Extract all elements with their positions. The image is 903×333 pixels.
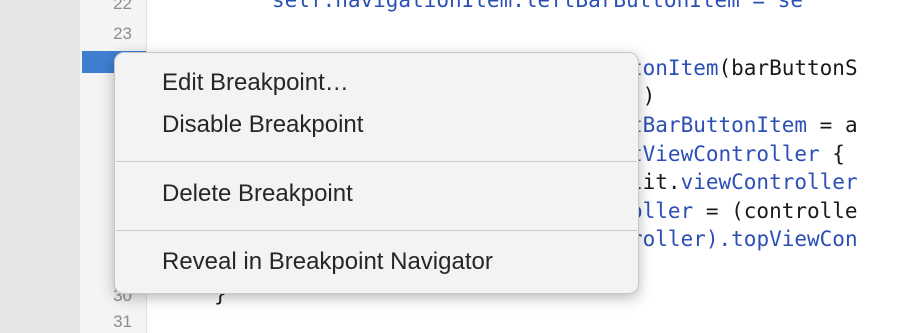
code-token: { <box>819 142 858 166</box>
code-token: tViewController <box>630 142 820 166</box>
code-token: roller). <box>630 227 732 251</box>
code-line: tBarButtonItem = a <box>630 113 858 137</box>
code-line: lit.viewController <box>630 170 858 194</box>
code-text: self.navigationItem.leftBarButtonItem = … <box>272 0 804 12</box>
code-token: topViewCon <box>731 227 858 251</box>
code-token: tBarButtonItem <box>630 113 808 137</box>
code-token: = a <box>807 113 858 137</box>
menu-separator <box>116 230 637 231</box>
code-token: viewController <box>680 170 858 194</box>
code-line: oller = (controlle <box>630 199 858 223</box>
breakpoint-context-menu: Edit Breakpoint… Disable Breakpoint Dele… <box>114 52 639 294</box>
menu-item-reveal-in-breakpoint-navigator[interactable]: Reveal in Breakpoint Navigator <box>162 248 493 276</box>
editor-left-strip <box>0 0 80 333</box>
code-token: = (controlle <box>693 199 858 223</box>
code-line-top: self.navigationItem.leftBarButtonItem = … <box>272 0 803 12</box>
code-line: tonItem(barButtonS <box>630 56 858 80</box>
line-number: 31 <box>113 312 132 331</box>
code-token: oller <box>630 199 694 223</box>
code-token: (barButtonS <box>718 56 858 80</box>
line-number: 23 <box>113 24 132 43</box>
code-token: tonItem <box>630 56 719 80</box>
line-number: 22 <box>113 0 132 13</box>
menu-item-delete-breakpoint[interactable]: Delete Breakpoint <box>162 180 353 208</box>
code-line: tViewController { <box>630 142 858 166</box>
menu-separator <box>116 161 637 162</box>
code-line: roller).topViewCon <box>630 227 858 251</box>
menu-item-edit-breakpoint[interactable]: Edit Breakpoint… <box>162 69 349 97</box>
menu-item-disable-breakpoint[interactable]: Disable Breakpoint <box>162 111 363 139</box>
